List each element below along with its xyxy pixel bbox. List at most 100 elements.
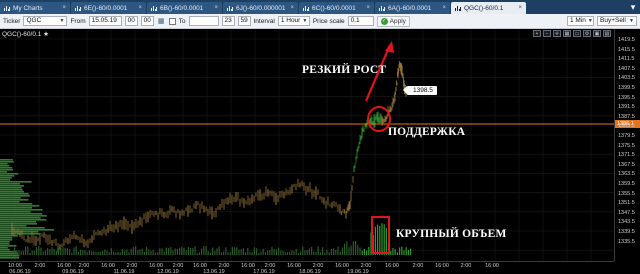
price-tick-label: 1415.5: [618, 46, 635, 53]
volume-bar: [170, 246, 172, 255]
volume-bar: [198, 252, 200, 255]
chart-area[interactable]: QGC()-60/0.1 ★ + − ✛ ▦ ▭ ⚙ ▣ ▤ РЕЗКИЙ РО…: [0, 29, 640, 274]
profile-bar: [0, 181, 32, 183]
ticker-select[interactable]: QGC ▼: [23, 16, 68, 26]
close-icon[interactable]: ×: [214, 5, 218, 11]
volume-bar: [51, 247, 53, 255]
crosshair-icon[interactable]: ✛: [553, 30, 561, 37]
volume-bar: [33, 250, 35, 255]
volume-bar: [192, 248, 194, 255]
price-tick-label: 1339.5: [618, 229, 635, 235]
tab-bar: My Charts × 6E()-60/0.0001 × 6B()-60/0.0001 ×…: [0, 0, 640, 14]
tab-label: QGC()-60/0.1: [464, 4, 504, 12]
profile-bar: [0, 227, 45, 229]
volume-bar: [117, 251, 119, 255]
time-axis[interactable]: 10:00 2:00 16:00 2:00 16:00 2:00 16:00 2:00 16:0…: [0, 261, 614, 274]
save-icon[interactable]: ▣: [593, 30, 601, 37]
profile-bar: [0, 159, 13, 161]
volume-bar: [108, 252, 110, 255]
price-scale-field[interactable]: 0.1: [347, 16, 374, 26]
volume-bar: [363, 248, 365, 255]
profile-bar: [0, 203, 33, 205]
from-minute-field[interactable]: 00: [140, 16, 154, 26]
volume-bar: [14, 247, 16, 255]
volume-bar: [333, 248, 335, 255]
tab-0[interactable]: My Charts ×: [0, 2, 70, 14]
date-tick-label: 13.06.19: [203, 269, 225, 274]
profile-bar: [0, 169, 14, 171]
volume-bar: [394, 249, 396, 255]
close-icon[interactable]: ×: [442, 5, 446, 11]
volume-bar: [341, 247, 343, 255]
close-icon[interactable]: ×: [138, 5, 142, 11]
volume-bar: [181, 246, 183, 255]
to-minute-field[interactable]: 59: [237, 16, 251, 26]
volume-bar: [137, 250, 139, 255]
tab-2[interactable]: 6B()-60/0.0001 ×: [147, 2, 222, 14]
tab-5[interactable]: 6A()-60/0.0001 ×: [375, 2, 450, 14]
volume-bar: [99, 251, 101, 255]
tab-menu-icon[interactable]: ▾: [628, 2, 638, 12]
profile-bar: [0, 225, 27, 227]
volume-bar: [205, 246, 207, 255]
volume-bar: [286, 252, 288, 255]
time-tick-label: 2:00: [460, 263, 472, 269]
from-date-field[interactable]: 15.05.19: [88, 16, 122, 26]
volume-bar: [55, 250, 57, 255]
volume-bar: [115, 252, 117, 255]
calendar-icon[interactable]: ▦: [157, 17, 166, 26]
volume-bar: [405, 247, 407, 255]
chart-title: QGC()-60/0.1 ★: [2, 31, 50, 38]
profile-bar: [0, 197, 21, 199]
volume-bar: [69, 248, 71, 255]
price-tick-label: 1359.5: [618, 181, 635, 187]
volume-bar: [368, 246, 370, 255]
volume-bar: [317, 246, 319, 255]
volume-bar: [44, 250, 46, 255]
profile-bar: [0, 165, 10, 167]
settings-icon[interactable]: ⚙: [583, 30, 591, 37]
volume-bar: [355, 240, 357, 255]
zoom-out-icon[interactable]: −: [543, 30, 551, 37]
to-hour-field[interactable]: 23: [221, 16, 235, 26]
close-icon[interactable]: ×: [290, 5, 294, 11]
price-axis[interactable]: 1386.1 1419.5 1415.5 1411.5 1407.5 1403.5 139…: [614, 29, 640, 261]
close-icon[interactable]: ×: [62, 5, 66, 11]
annotation-support: ПОДДЕРЖКА: [388, 126, 466, 138]
tab-3[interactable]: 6J()-60/0.000001 ×: [223, 2, 298, 14]
close-icon[interactable]: ×: [518, 5, 522, 11]
to-checkbox[interactable]: [168, 17, 176, 25]
volume-bar: [172, 250, 174, 255]
volume-bar: [392, 248, 394, 255]
tab-1[interactable]: 6E()-60/0.0001 ×: [71, 2, 146, 14]
price-tick-label: 1407.5: [618, 65, 635, 72]
apply-button[interactable]: ✓ Apply: [376, 15, 410, 27]
chevron-down-icon: ▼: [302, 18, 308, 24]
volume-bar: [324, 252, 326, 255]
zoom-in-icon[interactable]: +: [533, 30, 541, 37]
interval-select[interactable]: 1 Hour ▼: [277, 16, 310, 26]
profile-bar: [0, 205, 40, 207]
profile-bar: [0, 243, 10, 245]
volume-bar: [154, 252, 156, 255]
profile-bar: [0, 255, 20, 257]
tab-4[interactable]: 6C()-60/0.0001 ×: [299, 2, 374, 14]
date-tick-label: 17.06.19: [253, 269, 275, 274]
volume-bar: [80, 249, 82, 255]
volume-bar: [84, 250, 86, 255]
volume-bar: [152, 249, 154, 255]
mode-select[interactable]: Buy+Sell ▼: [597, 16, 637, 26]
close-icon[interactable]: ×: [366, 5, 370, 11]
ruler-icon[interactable]: ▭: [573, 30, 581, 37]
volume-bar: [339, 251, 341, 255]
volume-bar: [330, 248, 332, 255]
to-date-field[interactable]: [188, 16, 219, 26]
tab-6[interactable]: QGC()-60/0.1 ×: [451, 2, 526, 14]
from-hour-field[interactable]: 00: [124, 16, 138, 26]
print-icon[interactable]: ▤: [603, 30, 611, 37]
volume-bar: [71, 252, 73, 255]
timeframe-select[interactable]: 1 Min ▼: [567, 16, 594, 26]
grid-icon[interactable]: ▦: [563, 30, 571, 37]
profile-bar: [0, 209, 43, 211]
volume-bar: [269, 249, 271, 255]
